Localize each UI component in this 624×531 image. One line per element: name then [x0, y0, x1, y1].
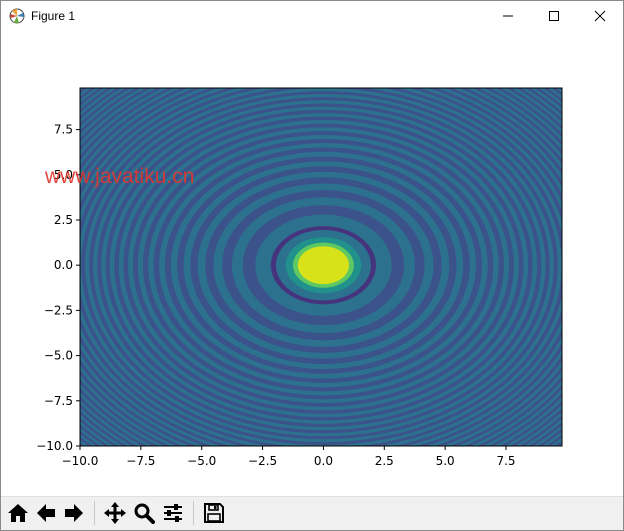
matplotlib-logo-icon	[9, 8, 25, 24]
maximize-icon	[549, 11, 559, 21]
y-tick-label: −10.0	[36, 439, 73, 453]
move-icon	[104, 502, 126, 524]
x-tick-label: −10.0	[62, 454, 99, 468]
minimize-icon	[503, 15, 513, 17]
back-button[interactable]	[34, 500, 58, 526]
close-button[interactable]	[577, 1, 623, 31]
x-tick-label: −2.5	[248, 454, 277, 468]
contour-center	[297, 246, 349, 285]
y-tick-label: −2.5	[44, 303, 73, 317]
contour-plot[interactable]: −10.0 −7.5 −5.0 −2.5 0.0 2.5 5.0 7.5 −10.0−7.5−…	[1, 31, 623, 496]
sliders-icon	[164, 504, 182, 522]
y-tick-label: 0.0	[54, 258, 73, 272]
toolbar-separator	[94, 501, 95, 525]
arrow-right-icon	[65, 504, 83, 522]
maximize-button[interactable]	[531, 1, 577, 31]
close-icon	[594, 10, 606, 22]
configure-subplots-button[interactable]	[161, 500, 185, 526]
floppy-disk-icon	[204, 503, 224, 523]
window-title: Figure 1	[31, 9, 76, 23]
toolbar-separator	[193, 501, 194, 525]
figure-canvas[interactable]: −10.0 −7.5 −5.0 −2.5 0.0 2.5 5.0 7.5 −10.0 −7.5−…	[1, 31, 623, 496]
forward-button[interactable]	[62, 500, 86, 526]
x-tick-label: −7.5	[126, 454, 155, 468]
x-tick-label: 5.0	[436, 454, 455, 468]
home-icon	[8, 504, 28, 522]
minimize-button[interactable]	[485, 1, 531, 31]
pan-button[interactable]	[103, 500, 127, 526]
x-tick-label: 0.0	[314, 454, 333, 468]
contour-fill-group	[80, 88, 562, 446]
y-tick-label: 7.5	[54, 123, 73, 137]
zoom-button[interactable]	[132, 500, 156, 526]
y-tick-label: −5.0	[44, 349, 73, 363]
y-tick-label: 2.5	[54, 213, 73, 227]
x-axis: −10.0 −7.5 −5.0 −2.5 0.0 2.5 5.0 7.5	[62, 446, 516, 468]
save-button[interactable]	[202, 500, 226, 526]
title-bar[interactable]: Figure 1	[1, 1, 623, 31]
home-button[interactable]	[6, 500, 30, 526]
x-tick-label: 7.5	[496, 454, 515, 468]
x-tick-label: 2.5	[375, 454, 394, 468]
arrow-left-icon	[37, 504, 55, 522]
watermark-text: www.javatiku.cn	[44, 165, 194, 188]
magnifier-icon	[134, 503, 155, 524]
figure-window: Figure 1 −10.0 −7.5 −5.0 −2.5 0.0 2.5 5.0 7.5 −…	[0, 0, 624, 531]
y-tick-label: −7.5	[44, 394, 73, 408]
x-tick-label: −5.0	[187, 454, 216, 468]
navigation-toolbar	[1, 496, 623, 530]
